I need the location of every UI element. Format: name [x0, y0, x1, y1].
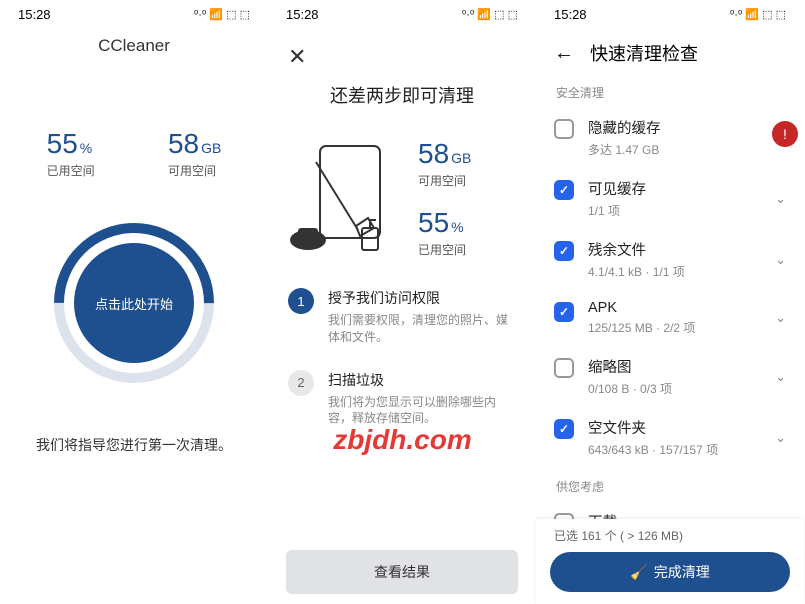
- step-2-title: 扫描垃圾: [328, 370, 516, 390]
- item-residual-files[interactable]: 残余文件 4.1/4.1 kB · 1/1 项 ⌄: [536, 229, 804, 290]
- step-2-content: 扫描垃圾 我们将为您显示可以删除哪些内容，释放存储空间。: [328, 370, 516, 428]
- step-1[interactable]: 1 授予我们访问权限 我们需要权限，清理您的照片、媒体和文件。: [288, 288, 516, 346]
- item-subtitle: 643/643 kB · 157/157 项: [588, 441, 761, 458]
- hero-section: 58GB 可用空间 55% 已用空间: [268, 138, 536, 258]
- footer-bar: 已选 161 个 ( > 126 MB) 🧹 完成清理: [536, 519, 804, 604]
- item-visible-cache[interactable]: 可见缓存 1/1 项 ⌄: [536, 168, 804, 229]
- view-results-button[interactable]: 查看结果: [286, 550, 518, 594]
- storage-stats: 55% 已用空间 58GB 可用空间: [0, 128, 268, 179]
- status-icons: ⁰·⁰ 📶 ⬚ ⬚: [462, 8, 518, 21]
- used-label: 已用空间: [418, 241, 471, 258]
- selection-summary: 已选 161 个 ( > 126 MB): [550, 527, 790, 544]
- checkbox-empty-folders[interactable]: [554, 419, 574, 439]
- chevron-down-icon[interactable]: ⌄: [775, 310, 786, 326]
- app-title: CCleaner: [0, 36, 268, 56]
- item-subtitle: 125/125 MB · 2/2 项: [588, 319, 761, 336]
- screen-header: ← 快速清理检查: [536, 28, 804, 74]
- item-title: 缩略图: [588, 356, 761, 377]
- free-label: 可用空间: [168, 162, 221, 179]
- used-unit: %: [80, 140, 92, 156]
- status-icons: ⁰·⁰ 📶 ⬚ ⬚: [194, 8, 250, 21]
- finish-clean-label: 完成清理: [654, 562, 710, 582]
- checkbox-visible-cache[interactable]: [554, 180, 574, 200]
- step-2[interactable]: 2 扫描垃圾 我们将为您显示可以删除哪些内容，释放存储空间。: [288, 370, 516, 428]
- guide-text: 我们将指导您进行第一次清理。: [0, 435, 268, 456]
- item-title: 可见缓存: [588, 178, 761, 199]
- used-space-stat: 55% 已用空间: [47, 128, 95, 179]
- used-value: 55: [418, 207, 449, 239]
- item-title: 隐藏的缓存: [588, 117, 786, 138]
- used-space-stat: 55% 已用空间: [418, 207, 471, 258]
- start-button[interactable]: 点击此处开始: [74, 243, 194, 363]
- free-unit: GB: [201, 140, 221, 156]
- status-icons: ⁰·⁰ 📶 ⬚ ⬚: [730, 8, 786, 21]
- free-space-stat: 58GB 可用空间: [168, 128, 221, 179]
- back-button[interactable]: ←: [554, 42, 574, 65]
- screen-title: 快速清理检查: [590, 40, 698, 66]
- home-screen: 15:28 ⁰·⁰ 📶 ⬚ ⬚ CCleaner 55% 已用空间 58GB 可…: [0, 0, 268, 604]
- used-value: 55: [47, 128, 78, 160]
- step-1-desc: 我们需要权限，清理您的照片、媒体和文件。: [328, 312, 516, 346]
- free-label: 可用空间: [418, 172, 471, 189]
- section-safe-clean: 安全清理: [536, 74, 804, 107]
- chevron-down-icon[interactable]: ⌄: [775, 430, 786, 446]
- status-bar: 15:28 ⁰·⁰ 📶 ⬚ ⬚: [0, 0, 268, 28]
- warning-icon[interactable]: !: [772, 121, 798, 147]
- item-title: 空文件夹: [588, 417, 761, 438]
- free-value: 58: [168, 128, 199, 160]
- status-bar: 15:28 ⁰·⁰ 📶 ⬚ ⬚: [536, 0, 804, 28]
- step-2-desc: 我们将为您显示可以删除哪些内容，释放存储空间。: [328, 394, 516, 428]
- used-unit: %: [451, 219, 463, 235]
- checkbox-apk[interactable]: [554, 302, 574, 322]
- onboarding-screen: 15:28 ⁰·⁰ 📶 ⬚ ⬚ ✕ 还差两步即可清理 58GB 可用空间 55%: [268, 0, 536, 604]
- close-button[interactable]: ✕: [288, 44, 306, 70]
- item-hidden-cache[interactable]: 隐藏的缓存 多达 1.47 GB !: [536, 107, 804, 168]
- free-space-stat: 58GB 可用空间: [418, 138, 471, 189]
- item-title: 残余文件: [588, 239, 761, 260]
- item-thumbnails[interactable]: 缩略图 0/108 B · 0/3 项 ⌄: [536, 346, 804, 407]
- onboarding-title: 还差两步即可清理: [268, 82, 536, 108]
- checkbox-thumbnails[interactable]: [554, 358, 574, 378]
- free-unit: GB: [451, 150, 471, 166]
- progress-ring: 点击此处开始: [54, 223, 214, 383]
- start-circle-wrap: 点击此处开始: [0, 223, 268, 383]
- device-illustration: [290, 138, 400, 258]
- section-consider: 供您考虑: [536, 468, 804, 501]
- status-time: 15:28: [18, 7, 51, 22]
- item-subtitle: 0/108 B · 0/3 项: [588, 380, 761, 397]
- free-value: 58: [418, 138, 449, 170]
- checkbox-hidden-cache[interactable]: [554, 119, 574, 139]
- steps-list: 1 授予我们访问权限 我们需要权限，清理您的照片、媒体和文件。 2 扫描垃圾 我…: [268, 288, 536, 451]
- chevron-down-icon[interactable]: ⌄: [775, 191, 786, 207]
- step-1-title: 授予我们访问权限: [328, 288, 516, 308]
- chevron-down-icon[interactable]: ⌄: [775, 369, 786, 385]
- checkbox-residual-files[interactable]: [554, 241, 574, 261]
- step-1-badge: 1: [288, 288, 314, 314]
- broom-icon: 🧹: [630, 564, 647, 581]
- step-2-badge: 2: [288, 370, 314, 396]
- item-title: APK: [588, 300, 761, 316]
- finish-clean-button[interactable]: 🧹 完成清理: [550, 552, 790, 592]
- item-subtitle: 1/1 项: [588, 202, 761, 219]
- item-apk[interactable]: APK 125/125 MB · 2/2 项 ⌄: [536, 290, 804, 346]
- step-1-content: 授予我们访问权限 我们需要权限，清理您的照片、媒体和文件。: [328, 288, 516, 346]
- status-time: 15:28: [286, 7, 319, 22]
- item-empty-folders[interactable]: 空文件夹 643/643 kB · 157/157 项 ⌄: [536, 407, 804, 468]
- item-subtitle: 多达 1.47 GB: [588, 141, 786, 158]
- chevron-down-icon[interactable]: ⌄: [775, 252, 786, 268]
- used-label: 已用空间: [47, 162, 95, 179]
- quick-clean-screen: 15:28 ⁰·⁰ 📶 ⬚ ⬚ ← 快速清理检查 安全清理 隐藏的缓存 多达 1…: [536, 0, 804, 604]
- status-bar: 15:28 ⁰·⁰ 📶 ⬚ ⬚: [268, 0, 536, 28]
- status-time: 15:28: [554, 7, 587, 22]
- item-subtitle: 4.1/4.1 kB · 1/1 项: [588, 263, 761, 280]
- onboarding-stats: 58GB 可用空间 55% 已用空间: [418, 138, 471, 258]
